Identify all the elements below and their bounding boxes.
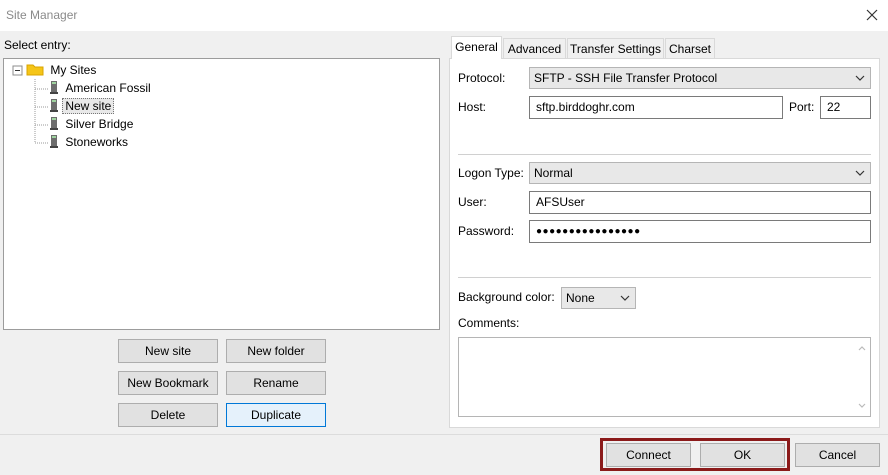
tab-general[interactable]: General [451, 36, 502, 59]
chevron-down-icon [855, 75, 865, 81]
background-color-select[interactable]: None [561, 287, 636, 309]
separator [458, 277, 871, 278]
password-label: Password: [458, 224, 515, 238]
duplicate-button[interactable]: Duplicate [226, 403, 326, 427]
cancel-button[interactable]: Cancel [795, 443, 880, 467]
logon-type-label: Logon Type: [458, 166, 524, 180]
server-icon [50, 135, 58, 148]
scroll-down-icon[interactable] [856, 400, 868, 412]
port-label: Port: [789, 100, 815, 114]
tab-advanced[interactable]: Advanced [503, 38, 566, 59]
comments-textarea[interactable] [458, 337, 871, 417]
tree-item-silver-bridge[interactable]: Silver Bridge [49, 116, 136, 133]
scroll-up-icon[interactable] [856, 342, 868, 354]
tab-transfer-settings[interactable]: Transfer Settings [567, 38, 664, 59]
server-icon [50, 81, 58, 94]
window-title: Site Manager [6, 8, 78, 22]
background-color-label: Background color: [458, 290, 555, 304]
title-bar [0, 0, 888, 31]
server-icon [50, 117, 58, 130]
password-input[interactable]: ●●●●●●●●●●●●●●●● [529, 220, 871, 243]
protocol-value: SFTP - SSH File Transfer Protocol [534, 71, 718, 85]
protocol-select[interactable]: SFTP - SSH File Transfer Protocol [529, 67, 871, 89]
background-color-value: None [566, 291, 595, 305]
ok-button[interactable]: OK [700, 443, 785, 467]
chevron-down-icon [855, 170, 865, 176]
folder-icon [26, 64, 44, 76]
logon-type-select[interactable]: Normal [529, 162, 871, 184]
tree-item-new-site[interactable]: New site [49, 98, 115, 115]
new-site-button[interactable]: New site [118, 339, 218, 363]
close-button[interactable] [860, 4, 884, 26]
rename-button[interactable]: Rename [226, 371, 326, 395]
tree-root-my-sites[interactable]: My Sites [26, 62, 99, 79]
comments-label: Comments: [458, 316, 520, 330]
footer-divider [0, 434, 888, 435]
port-input[interactable]: 22 [820, 96, 871, 119]
connect-button[interactable]: Connect [606, 443, 691, 467]
server-icon [50, 99, 58, 112]
user-input[interactable]: AFSUser [529, 191, 871, 214]
tab-charset[interactable]: Charset [665, 38, 715, 59]
close-icon [866, 9, 878, 21]
host-label: Host: [458, 100, 487, 114]
tree-item-american-fossil[interactable]: American Fossil [49, 80, 154, 97]
separator [458, 154, 871, 155]
tree-item-stoneworks[interactable]: Stoneworks [49, 134, 131, 151]
new-bookmark-button[interactable]: New Bookmark [118, 371, 218, 395]
new-folder-button[interactable]: New folder [226, 339, 326, 363]
protocol-label: Protocol: [458, 71, 506, 85]
host-input[interactable]: sftp.birddoghr.com [529, 96, 783, 119]
chevron-down-icon [620, 295, 630, 301]
user-label: User: [458, 195, 487, 209]
site-tree[interactable]: My Sites American Fossil New site Silver… [3, 58, 440, 330]
select-entry-label: Select entry: [4, 38, 71, 52]
delete-button[interactable]: Delete [118, 403, 218, 427]
logon-type-value: Normal [534, 166, 573, 180]
